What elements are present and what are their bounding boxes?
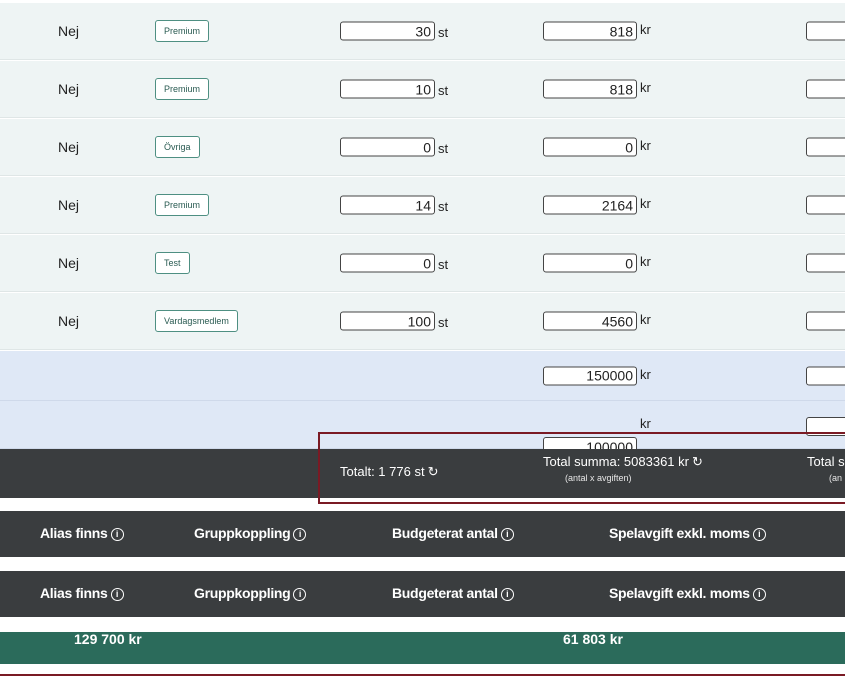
quantity-input[interactable] (340, 137, 435, 157)
info-icon[interactable]: i (500, 588, 514, 601)
alias-value: Nej (58, 23, 80, 39)
group-badge[interactable]: Övriga (155, 136, 200, 158)
header-group: Gruppkoppling i (194, 585, 307, 601)
header-group: Gruppkoppling i (194, 525, 307, 541)
table-header: Alias finns i Gruppkoppling i Budgeterat a… (0, 511, 845, 557)
summary-value: 129 700 kr (74, 631, 142, 647)
header-fee: Spelavgift exkl. moms i (609, 525, 766, 541)
summary-value: 61 803 kr (563, 631, 623, 647)
info-icon[interactable]: i (293, 528, 307, 541)
info-icon[interactable]: i (500, 528, 514, 541)
group-badge[interactable]: Premium (155, 194, 210, 216)
fee-input[interactable] (543, 311, 637, 331)
fee-unit: kr (640, 80, 651, 95)
header-alias: Alias finns i (40, 525, 124, 541)
fee-unit: kr (640, 196, 651, 211)
highlight-box (318, 432, 845, 504)
group-badge[interactable]: Premium (155, 20, 210, 42)
info-icon[interactable]: i (110, 588, 124, 601)
quantity-input[interactable] (340, 311, 435, 331)
alias-value: Nej (58, 197, 80, 213)
quantity-unit: st (438, 141, 449, 156)
quantity-unit: st (438, 315, 449, 330)
alias-value: Nej (58, 81, 80, 97)
quantity-unit: st (438, 25, 449, 40)
quantity-input[interactable] (340, 195, 435, 215)
header-budget: Budgeterat antal i (392, 585, 514, 601)
table-row: Nej Premium st kr (0, 177, 845, 234)
info-icon[interactable]: i (110, 528, 124, 541)
fee-input[interactable] (543, 195, 637, 215)
info-icon[interactable]: i (752, 588, 766, 601)
quantity-unit: st (438, 257, 449, 272)
table-row: Nej Övriga st kr (0, 119, 845, 176)
quantity-input[interactable] (340, 79, 435, 99)
header-alias: Alias finns i (40, 585, 124, 601)
fee-input[interactable] (543, 366, 637, 385)
divider (0, 674, 845, 676)
fee-unit: kr (640, 254, 651, 269)
header-budget: Budgeterat antal i (392, 525, 514, 541)
alias-value: Nej (58, 255, 80, 271)
info-icon[interactable]: i (293, 588, 307, 601)
quantity-input[interactable] (340, 253, 435, 273)
table-row: Nej Test st kr (0, 235, 845, 292)
extra-input[interactable] (806, 21, 845, 41)
info-icon[interactable]: i (752, 528, 766, 541)
table-row: Nej Premium st kr (0, 61, 845, 118)
summary-bar: 129 700 kr 61 803 kr (0, 631, 845, 664)
quantity-input[interactable] (340, 21, 435, 41)
quantity-unit: st (438, 83, 449, 98)
quantity-unit: st (438, 199, 449, 214)
fee-input[interactable] (543, 79, 637, 99)
extra-input[interactable] (806, 137, 845, 157)
extra-input[interactable] (806, 195, 845, 215)
fee-input[interactable] (543, 253, 637, 273)
extra-input[interactable] (806, 311, 845, 331)
fee-input[interactable] (543, 137, 637, 157)
alias-value: Nej (58, 313, 80, 329)
fee-unit: kr (640, 312, 651, 327)
extra-input[interactable] (806, 253, 845, 273)
fee-input[interactable] (543, 21, 637, 41)
group-badge[interactable]: Premium (155, 78, 210, 100)
extra-input[interactable] (806, 366, 845, 385)
header-fee: Spelavgift exkl. moms i (609, 585, 766, 601)
table-row: Nej Vardagsmedlem st kr (0, 293, 845, 350)
table-header: Alias finns i Gruppkoppling i Budgeterat a… (0, 571, 845, 617)
table-row: Nej Premium st kr (0, 3, 845, 60)
table-row: kr (0, 351, 845, 401)
group-badge[interactable]: Test (155, 252, 190, 274)
fee-unit: kr (640, 138, 651, 153)
fee-unit: kr (640, 22, 651, 37)
fee-unit: kr (640, 416, 651, 431)
alias-value: Nej (58, 139, 80, 155)
group-badge[interactable]: Vardagsmedlem (155, 310, 238, 332)
extra-input[interactable] (806, 79, 845, 99)
fee-unit: kr (640, 366, 651, 382)
